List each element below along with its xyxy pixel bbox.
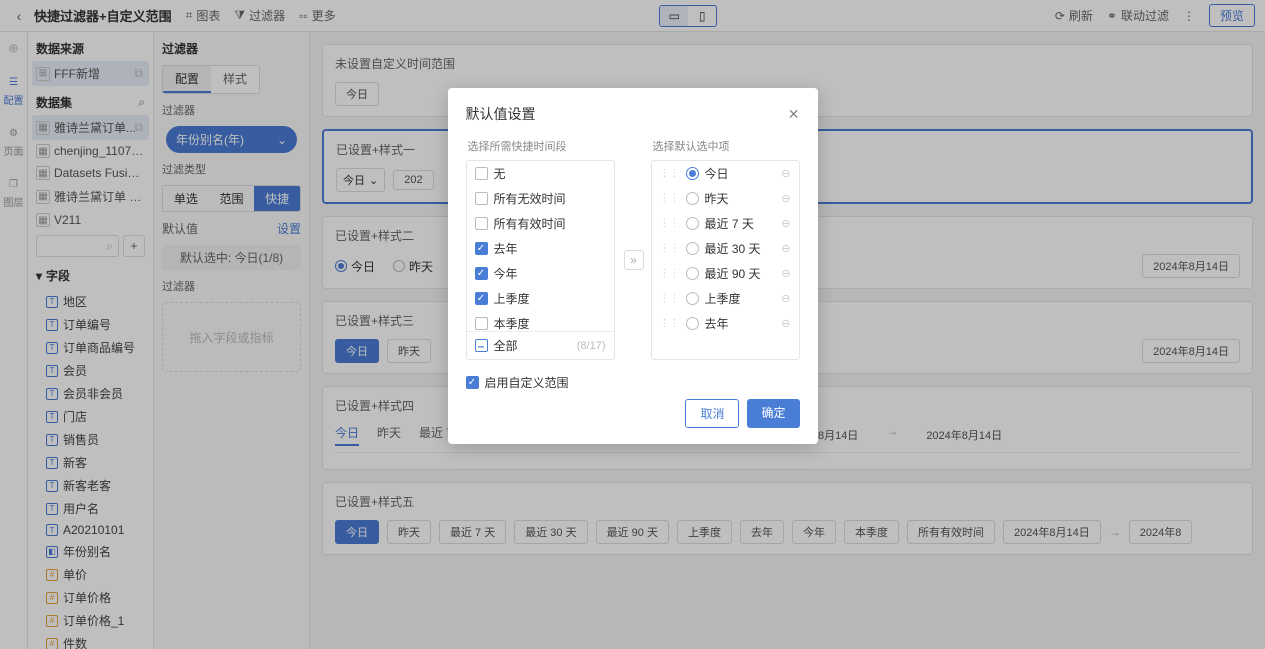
checkbox-icon[interactable] xyxy=(475,167,488,180)
radio-icon[interactable] xyxy=(686,317,699,330)
remove-icon[interactable]: ⊖ xyxy=(781,167,790,180)
modal-overlay[interactable]: 默认值设置 ✕ 选择所需快捷时间段 选择默认选中项 无所有无效时间所有有效时间✓… xyxy=(0,0,1265,649)
drag-handle-icon[interactable]: ⋮⋮ xyxy=(660,318,680,329)
checkbox-icon[interactable]: ✓ xyxy=(475,292,488,305)
checkbox-icon[interactable] xyxy=(475,317,488,330)
select-all-row[interactable]: – 全部 (8/17) xyxy=(467,331,614,359)
selected-options: » ⋮⋮今日⊖⋮⋮昨天⊖⋮⋮最近 7 天⊖⋮⋮最近 30 天⊖⋮⋮最近 90 天… xyxy=(651,160,800,360)
radio-option[interactable]: ⋮⋮上季度⊖ xyxy=(652,286,799,311)
right-col-head: 选择默认选中项 xyxy=(651,138,800,154)
checkbox-option[interactable]: 无 xyxy=(467,161,614,186)
transfer-right-button[interactable]: » xyxy=(624,250,644,270)
checkbox-icon[interactable]: ✓ xyxy=(475,242,488,255)
checkbox-option[interactable]: ✓今年 xyxy=(467,261,614,286)
radio-option[interactable]: ⋮⋮昨天⊖ xyxy=(652,186,799,211)
remove-icon[interactable]: ⊖ xyxy=(781,242,790,255)
checkbox-icon[interactable] xyxy=(475,192,488,205)
radio-icon[interactable] xyxy=(686,267,699,280)
drag-handle-icon[interactable]: ⋮⋮ xyxy=(660,168,680,179)
radio-icon[interactable] xyxy=(686,242,699,255)
indeterminate-checkbox-icon[interactable]: – xyxy=(475,339,488,352)
modal-title: 默认值设置 xyxy=(466,104,536,124)
radio-icon[interactable] xyxy=(686,192,699,205)
checkbox-option[interactable]: 所有无效时间 xyxy=(467,186,614,211)
checkbox-icon[interactable]: ✓ xyxy=(475,267,488,280)
available-options: 无所有无效时间所有有效时间✓去年✓今年✓上季度本季度✓最近 90 天 – 全部 … xyxy=(466,160,615,360)
remove-icon[interactable]: ⊖ xyxy=(781,292,790,305)
remove-icon[interactable]: ⊖ xyxy=(781,192,790,205)
close-icon[interactable]: ✕ xyxy=(788,106,800,123)
radio-icon[interactable] xyxy=(686,167,699,180)
checkbox-option[interactable]: 所有有效时间 xyxy=(467,211,614,236)
radio-option[interactable]: ⋮⋮最近 30 天⊖ xyxy=(652,236,799,261)
radio-option[interactable]: ⋮⋮最近 7 天⊖ xyxy=(652,211,799,236)
drag-handle-icon[interactable]: ⋮⋮ xyxy=(660,193,680,204)
left-col-head: 选择所需快捷时间段 xyxy=(466,138,615,154)
ok-button[interactable]: 确定 xyxy=(747,399,799,428)
enable-custom-label: 启用自定义范围 xyxy=(485,374,569,391)
remove-icon[interactable]: ⊖ xyxy=(781,267,790,280)
remove-icon[interactable]: ⊖ xyxy=(781,317,790,330)
drag-handle-icon[interactable]: ⋮⋮ xyxy=(660,218,680,229)
enable-custom-checkbox[interactable]: ✓ xyxy=(466,376,479,389)
drag-handle-icon[interactable]: ⋮⋮ xyxy=(660,243,680,254)
remove-icon[interactable]: ⊖ xyxy=(781,217,790,230)
radio-option[interactable]: ⋮⋮今日⊖ xyxy=(652,161,799,186)
default-settings-modal: 默认值设置 ✕ 选择所需快捷时间段 选择默认选中项 无所有无效时间所有有效时间✓… xyxy=(448,88,818,444)
radio-option[interactable]: ⋮⋮最近 90 天⊖ xyxy=(652,261,799,286)
checkbox-option[interactable]: ✓去年 xyxy=(467,236,614,261)
checkbox-icon[interactable] xyxy=(475,217,488,230)
radio-icon[interactable] xyxy=(686,217,699,230)
radio-option[interactable]: ⋮⋮去年⊖ xyxy=(652,311,799,331)
drag-handle-icon[interactable]: ⋮⋮ xyxy=(660,293,680,304)
checkbox-option[interactable]: 本季度 xyxy=(467,311,614,331)
cancel-button[interactable]: 取消 xyxy=(685,399,739,428)
drag-handle-icon[interactable]: ⋮⋮ xyxy=(660,268,680,279)
checkbox-option[interactable]: ✓上季度 xyxy=(467,286,614,311)
radio-icon[interactable] xyxy=(686,292,699,305)
